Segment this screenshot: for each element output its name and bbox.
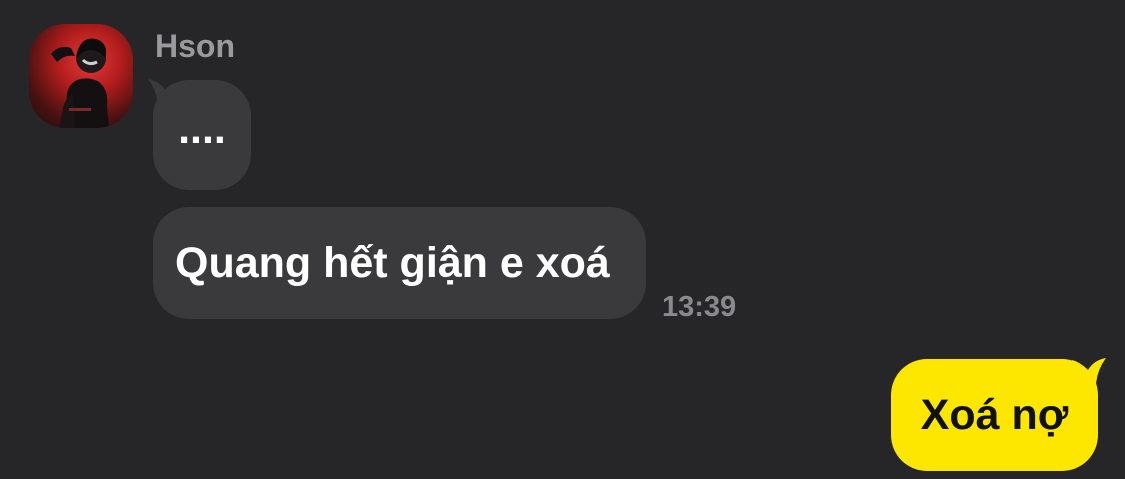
message-text: .... [178, 104, 226, 153]
sender-avatar[interactable] [29, 24, 133, 128]
sender-name: Hson [155, 28, 235, 64]
incoming-message-bubble[interactable]: Quang hết giận e xoá [153, 207, 646, 319]
message-timestamp: 13:39 [662, 291, 737, 323]
incoming-message-bubble[interactable]: .... [153, 80, 251, 190]
message-text: Quang hết giận e xoá [175, 238, 610, 287]
profile-photo-icon [51, 38, 109, 128]
message-text: Xoá nợ [920, 390, 1069, 439]
outgoing-message-bubble[interactable]: Xoá nợ [891, 359, 1098, 471]
